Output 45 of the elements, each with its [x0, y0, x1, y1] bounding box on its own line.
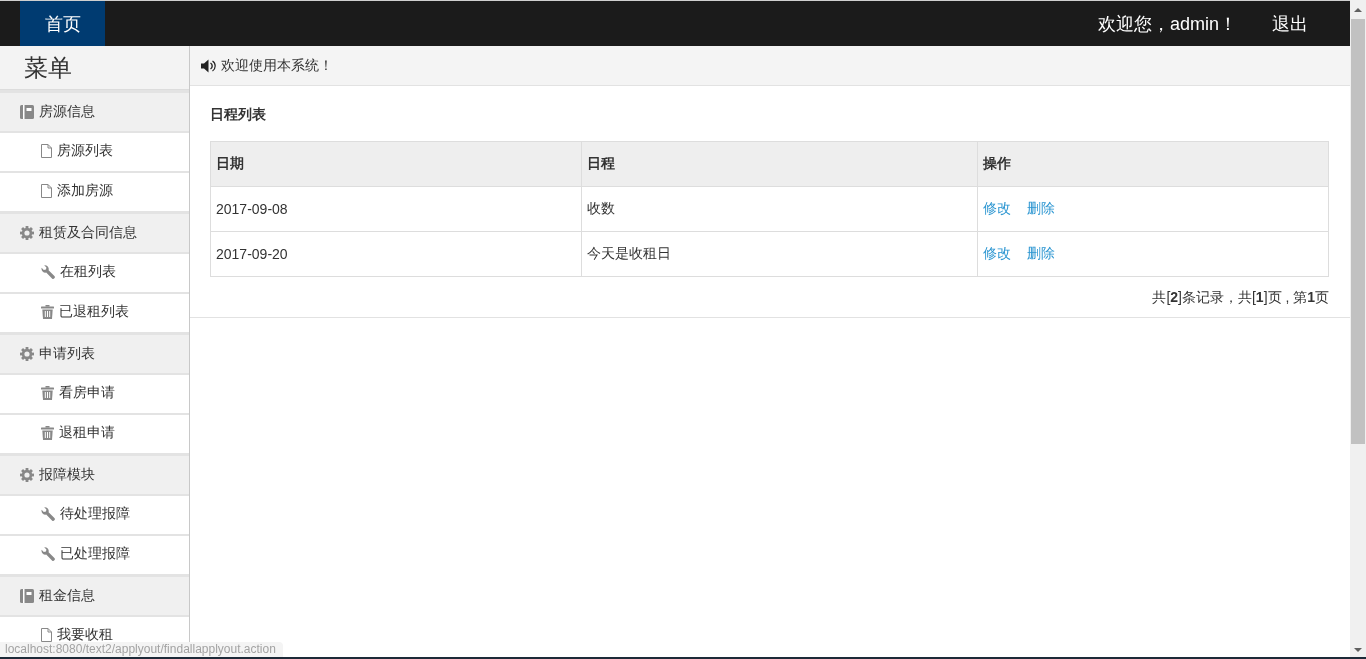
sidebar-item[interactable]: 在租列表	[0, 252, 189, 292]
notice-text: 欢迎使用本系统！	[221, 56, 333, 75]
scroll-up-icon[interactable]	[1354, 8, 1362, 12]
logout-link[interactable]: 退出	[1272, 11, 1308, 36]
trash-icon	[41, 385, 54, 400]
sidebar-item[interactable]: 退租申请	[0, 413, 189, 453]
delete-link[interactable]: 删除	[1026, 200, 1055, 218]
pagination-summary: 共[2]条记录，共[1]页 , 第1页	[1152, 288, 1329, 307]
edit-link[interactable]: 修改	[982, 245, 1011, 263]
notebook-icon	[20, 589, 34, 603]
delete-link[interactable]: 删除	[1026, 245, 1055, 263]
wrench-icon	[41, 546, 55, 561]
file-icon	[41, 183, 52, 198]
wrench-icon	[41, 506, 55, 521]
speaker-icon	[201, 58, 216, 73]
trash-icon	[41, 304, 54, 319]
sidebar-item[interactable]: 房源列表	[0, 131, 189, 171]
scrollbar-thumb[interactable]	[1351, 19, 1365, 444]
file-icon	[41, 627, 52, 642]
link-url-tooltip: localhost:8080/text2/applyout/findallapplyout.action	[0, 642, 283, 657]
schedule-cell: 收数	[581, 186, 978, 232]
settings-icon	[20, 226, 34, 240]
sidebar-item[interactable]: 看房申请	[0, 373, 189, 413]
home-nav-tab[interactable]: 首页	[20, 1, 105, 46]
wrench-icon	[41, 264, 55, 279]
date-cell: 2017-09-08	[210, 186, 582, 232]
column-header: 日期	[210, 141, 582, 187]
sidebar-item[interactable]: 添加房源	[0, 171, 189, 211]
sidebar-item[interactable]: 已处理报障	[0, 534, 189, 574]
sidebar-item[interactable]: 待处理报障	[0, 494, 189, 534]
column-header: 日程	[581, 141, 978, 187]
settings-icon	[20, 468, 34, 482]
sidebar-title: 菜单	[24, 52, 72, 83]
schedule-cell: 今天是收租日	[581, 231, 978, 277]
settings-icon	[20, 347, 34, 361]
sidebar-item[interactable]: 已退租列表	[0, 292, 189, 332]
trash-icon	[41, 425, 54, 440]
date-cell: 2017-09-20	[210, 231, 582, 277]
notebook-icon	[20, 105, 34, 119]
scroll-down-icon[interactable]	[1354, 648, 1362, 652]
welcome-user-text: 欢迎您，admin！	[1097, 12, 1237, 36]
file-icon	[41, 143, 52, 158]
edit-link[interactable]: 修改	[982, 200, 1011, 218]
schedule-list-title: 日程列表	[210, 105, 267, 124]
column-header: 操作	[977, 141, 1329, 187]
